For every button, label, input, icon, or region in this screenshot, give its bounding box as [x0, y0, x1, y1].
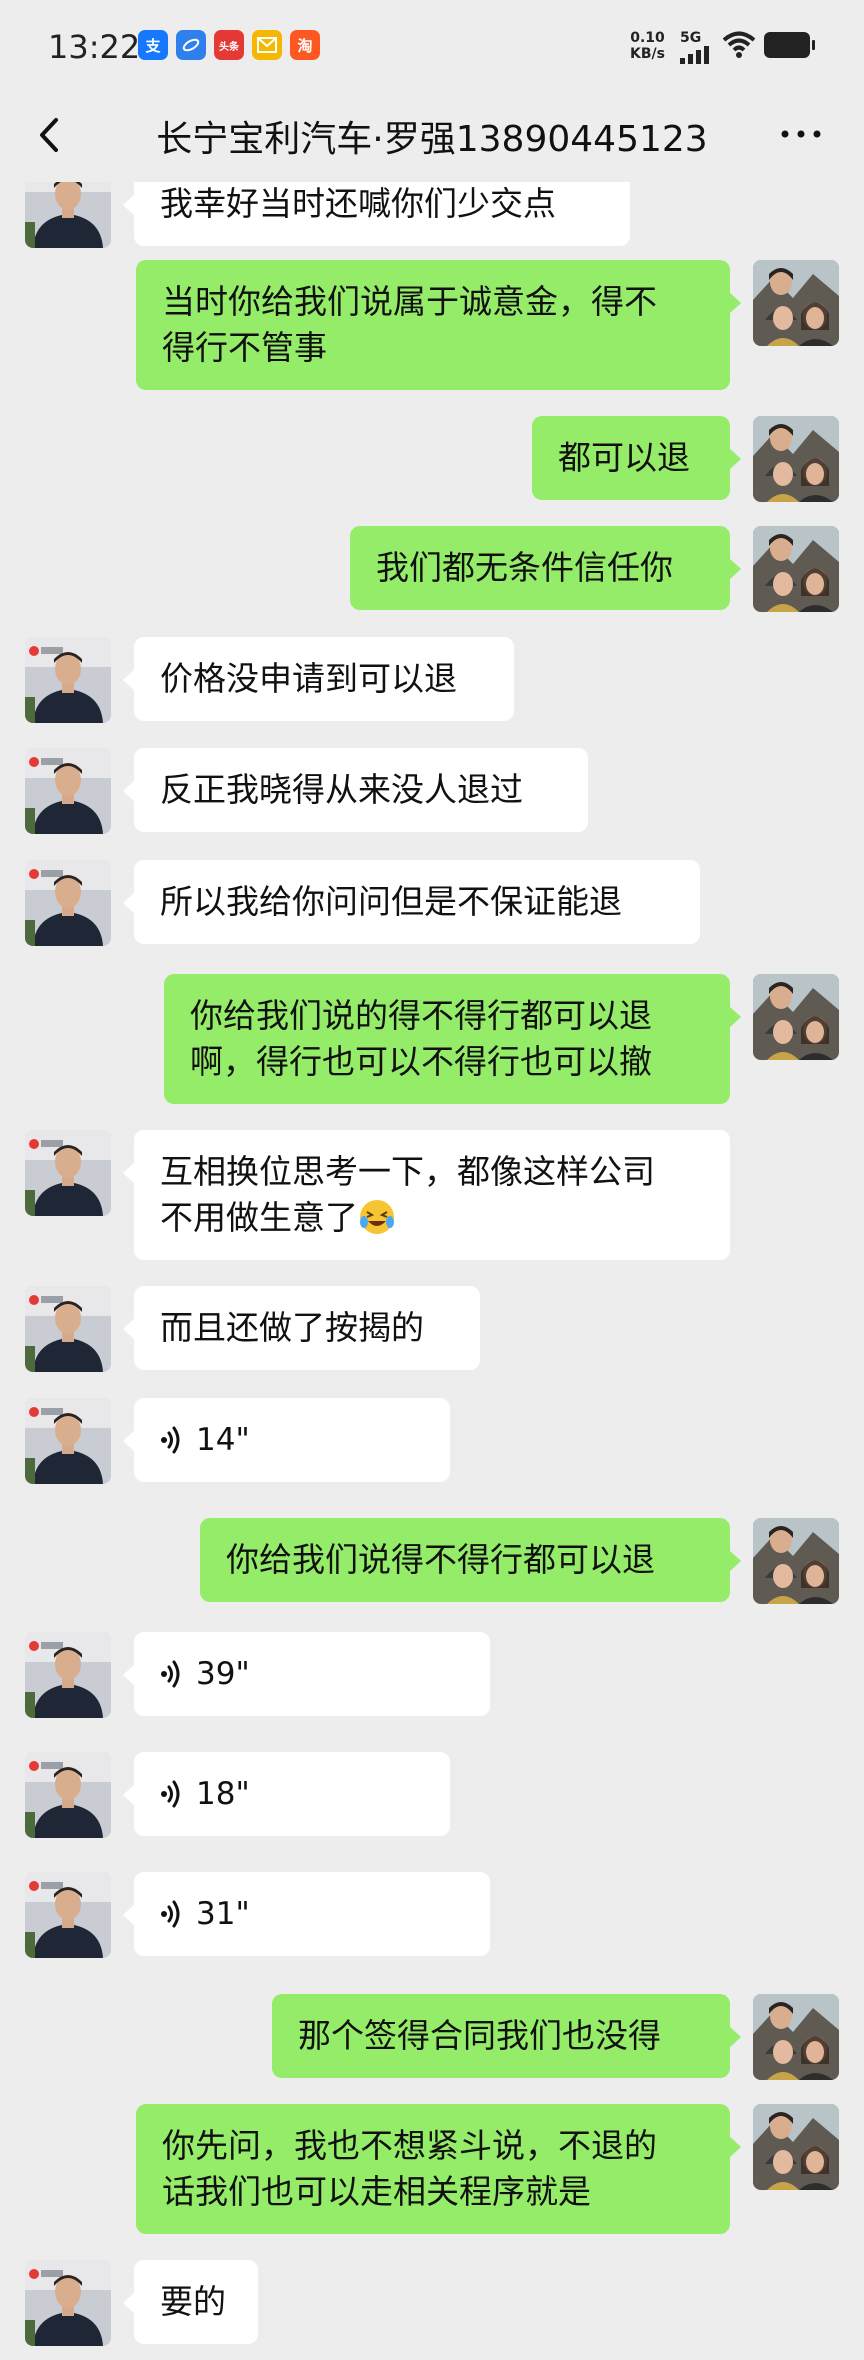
message-bubble[interactable]: 都可以退: [532, 416, 741, 500]
notification-icons: 支 头条 淘: [138, 30, 320, 60]
message-bubble[interactable]: 价格没申请到可以退: [123, 637, 514, 721]
voice-wave-icon: [161, 1780, 180, 1808]
voice-message-bubble[interactable]: 39": [123, 1632, 490, 1716]
back-arrow-icon: [40, 118, 58, 152]
message-text: 得行不管事: [162, 328, 327, 367]
voice-duration: 14": [196, 1422, 250, 1458]
wifi-icon: [722, 30, 756, 62]
status-bar: 13:22 支 头条 淘 0.10 KB/s 5G: [0, 0, 864, 90]
message-text: 互相换位思考一下，都像这样公司: [160, 1152, 655, 1191]
my-avatar[interactable]: [753, 974, 839, 1060]
voice-duration: 18": [196, 1776, 250, 1812]
my-avatar[interactable]: [753, 1518, 839, 1604]
network-type: 5G: [680, 30, 702, 46]
contact-avatar[interactable]: [25, 860, 111, 946]
mail-icon: [252, 30, 282, 60]
message-bubble[interactable]: 那个签得合同我们也没得: [272, 1994, 741, 2078]
message-text: 你给我们说的得不得行都可以退: [190, 996, 652, 1035]
message-text: 啊，得行也可以不得行也可以撤: [190, 1042, 652, 1081]
message-text: 所以我给你问问但是不保证能退: [160, 882, 622, 921]
message-text: 反正我晓得从来没人退过: [160, 770, 523, 809]
message-bubble[interactable]: 我们都无条件信任你: [350, 526, 741, 610]
message-text: 那个签得合同我们也没得: [298, 2016, 661, 2055]
contact-avatar[interactable]: [25, 637, 111, 723]
speed-value: 0.10: [630, 30, 665, 46]
message-bubble[interactable]: 而且还做了按揭的: [123, 1286, 480, 1370]
message-bubble[interactable]: 所以我给你问问但是不保证能退: [123, 860, 700, 944]
laughing-tears-emoji-icon: [360, 1200, 394, 1234]
alipay-icon: 支: [138, 30, 168, 60]
message-bubble[interactable]: 当时你给我们说属于诚意金，得不 得行不管事: [136, 260, 741, 390]
message-text: 我们都无条件信任你: [376, 548, 673, 587]
contact-avatar[interactable]: [25, 2260, 111, 2346]
status-time: 13:22: [48, 28, 141, 66]
message-text: 你先问，我也不想紧斗说，不退的: [162, 2126, 657, 2165]
signal-icon: [680, 46, 709, 64]
network-speed: 0.10 KB/s: [630, 30, 665, 62]
message-text: 价格没申请到可以退: [160, 659, 457, 698]
voice-wave-icon: [161, 1660, 180, 1688]
contact-avatar[interactable]: [25, 1752, 111, 1838]
battery-icon: [764, 32, 815, 58]
message-text: 不用做生意了: [160, 1198, 358, 1237]
message-bubble[interactable]: 互相换位思考一下，都像这样公司 不用做生意了: [123, 1130, 730, 1260]
message-text: 都可以退: [558, 438, 690, 477]
my-avatar[interactable]: [753, 1994, 839, 2080]
toutiao-icon: 头条: [214, 30, 244, 60]
chat-header: 长宁宝利汽车·罗强13890445123: [0, 90, 864, 182]
contact-avatar[interactable]: [25, 1872, 111, 1958]
more-options-button[interactable]: [776, 114, 826, 154]
contact-avatar[interactable]: [25, 1398, 111, 1484]
chat-title: 长宁宝利汽车·罗强13890445123: [156, 119, 708, 160]
speed-unit: KB/s: [630, 46, 665, 62]
contact-avatar[interactable]: [25, 1130, 111, 1216]
message-bubble[interactable]: 你先问，我也不想紧斗说，不退的 话我们也可以走相关程序就是: [136, 2104, 741, 2234]
message-text: 要的: [160, 2282, 226, 2321]
voice-message-bubble[interactable]: 31": [123, 1872, 490, 1956]
voice-wave-icon: [161, 1900, 180, 1928]
voice-message-bubble[interactable]: 14": [123, 1398, 450, 1482]
browser-icon: [176, 30, 206, 60]
voice-message-bubble[interactable]: 18": [123, 1752, 450, 1836]
contact-avatar[interactable]: [25, 1286, 111, 1372]
message-bubble[interactable]: 反正我晓得从来没人退过: [123, 748, 588, 832]
contact-avatar[interactable]: [25, 748, 111, 834]
back-button[interactable]: [30, 110, 70, 160]
message-text: 而且还做了按揭的: [160, 1308, 424, 1347]
message-bubble[interactable]: 要的: [123, 2260, 258, 2344]
voice-wave-icon: [161, 1426, 180, 1454]
my-avatar[interactable]: [753, 526, 839, 612]
my-avatar[interactable]: [753, 260, 839, 346]
message-text: 当时你给我们说属于诚意金，得不: [162, 282, 657, 321]
message-text: 你给我们说得不得行都可以退: [226, 1540, 655, 1579]
my-avatar[interactable]: [753, 2104, 839, 2190]
voice-duration: 31": [196, 1896, 250, 1932]
voice-duration: 39": [196, 1656, 250, 1692]
message-text: 话我们也可以走相关程序就是: [162, 2172, 591, 2211]
message-bubble[interactable]: 你给我们说的得不得行都可以退 啊，得行也可以不得行也可以撤: [164, 974, 741, 1104]
my-avatar[interactable]: [753, 416, 839, 502]
message-bubble[interactable]: 你给我们说得不得行都可以退: [200, 1518, 741, 1602]
more-dots-icon: [781, 130, 821, 138]
contact-avatar[interactable]: [25, 1632, 111, 1718]
taobao-icon: 淘: [290, 30, 320, 60]
message-text: 我幸好当时还喊你们少交点: [160, 184, 556, 223]
